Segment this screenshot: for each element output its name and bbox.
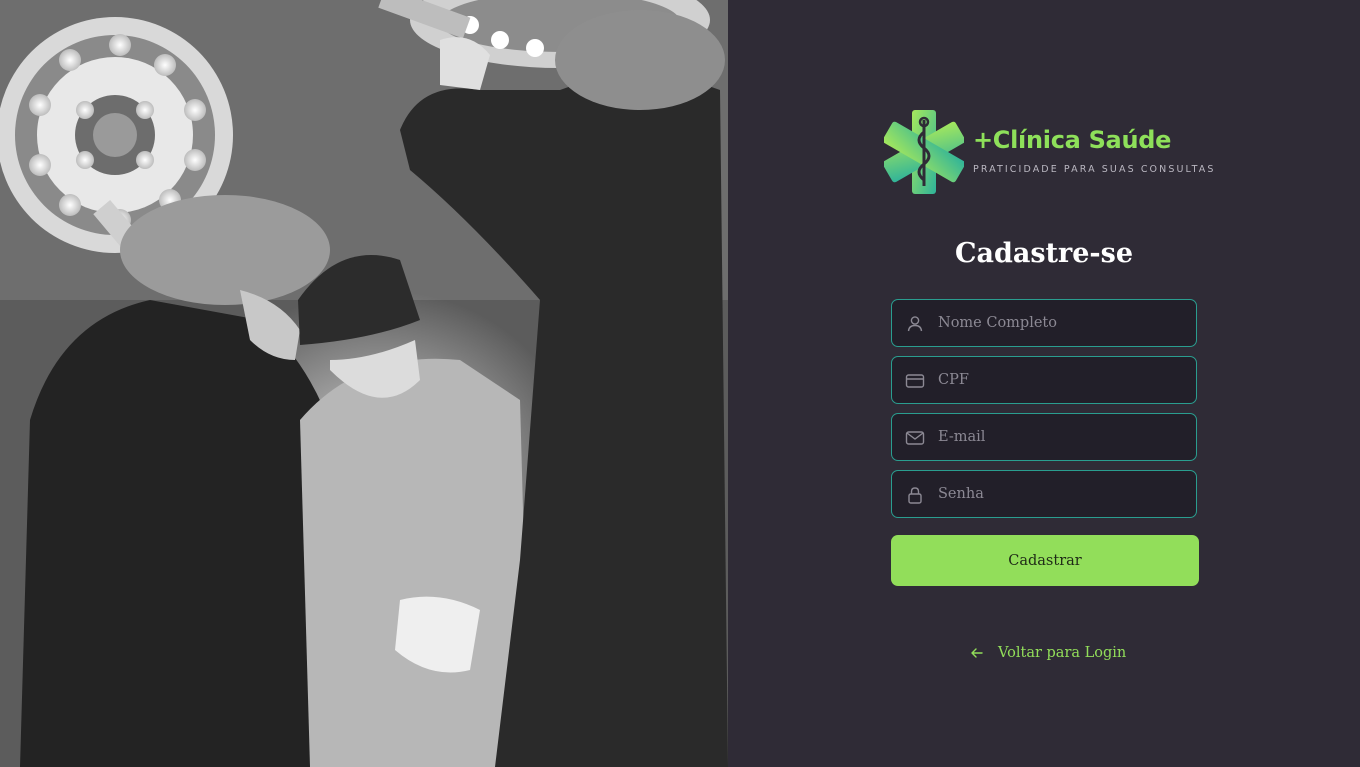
mail-icon [905,431,925,445]
back-to-login-label: Voltar para Login [998,645,1127,661]
register-button[interactable]: Cadastrar [891,535,1199,586]
full-name-field[interactable] [891,299,1197,347]
email-input[interactable] [938,414,1188,460]
brand-name: +Clínica Saúde [973,126,1172,154]
id-card-icon [905,374,925,388]
email-field[interactable] [891,413,1197,461]
page-title: Cadastre-se [954,238,1134,269]
lock-icon [908,487,922,504]
password-input[interactable] [938,471,1188,517]
full-name-input[interactable] [938,300,1188,346]
signup-panel: +Clínica Saúde PRATICIDADE PARA SUAS CON… [728,0,1360,767]
password-field[interactable] [891,470,1197,518]
brand-tagline: PRATICIDADE PARA SUAS CONSULTAS [973,164,1216,175]
cpf-input[interactable] [938,357,1188,403]
arrow-left-icon [971,648,983,658]
user-icon [907,316,923,332]
brand-logo: +Clínica Saúde PRATICIDADE PARA SUAS CON… [884,110,1224,196]
signup-page: +Clínica Saúde PRATICIDADE PARA SUAS CON… [0,0,1360,767]
cpf-field[interactable] [891,356,1197,404]
surgery-illustration [0,0,728,767]
star-of-life-caduceus-icon [884,110,964,194]
hero-photo [0,0,728,767]
back-to-login-link[interactable]: Voltar para Login [970,642,1126,664]
